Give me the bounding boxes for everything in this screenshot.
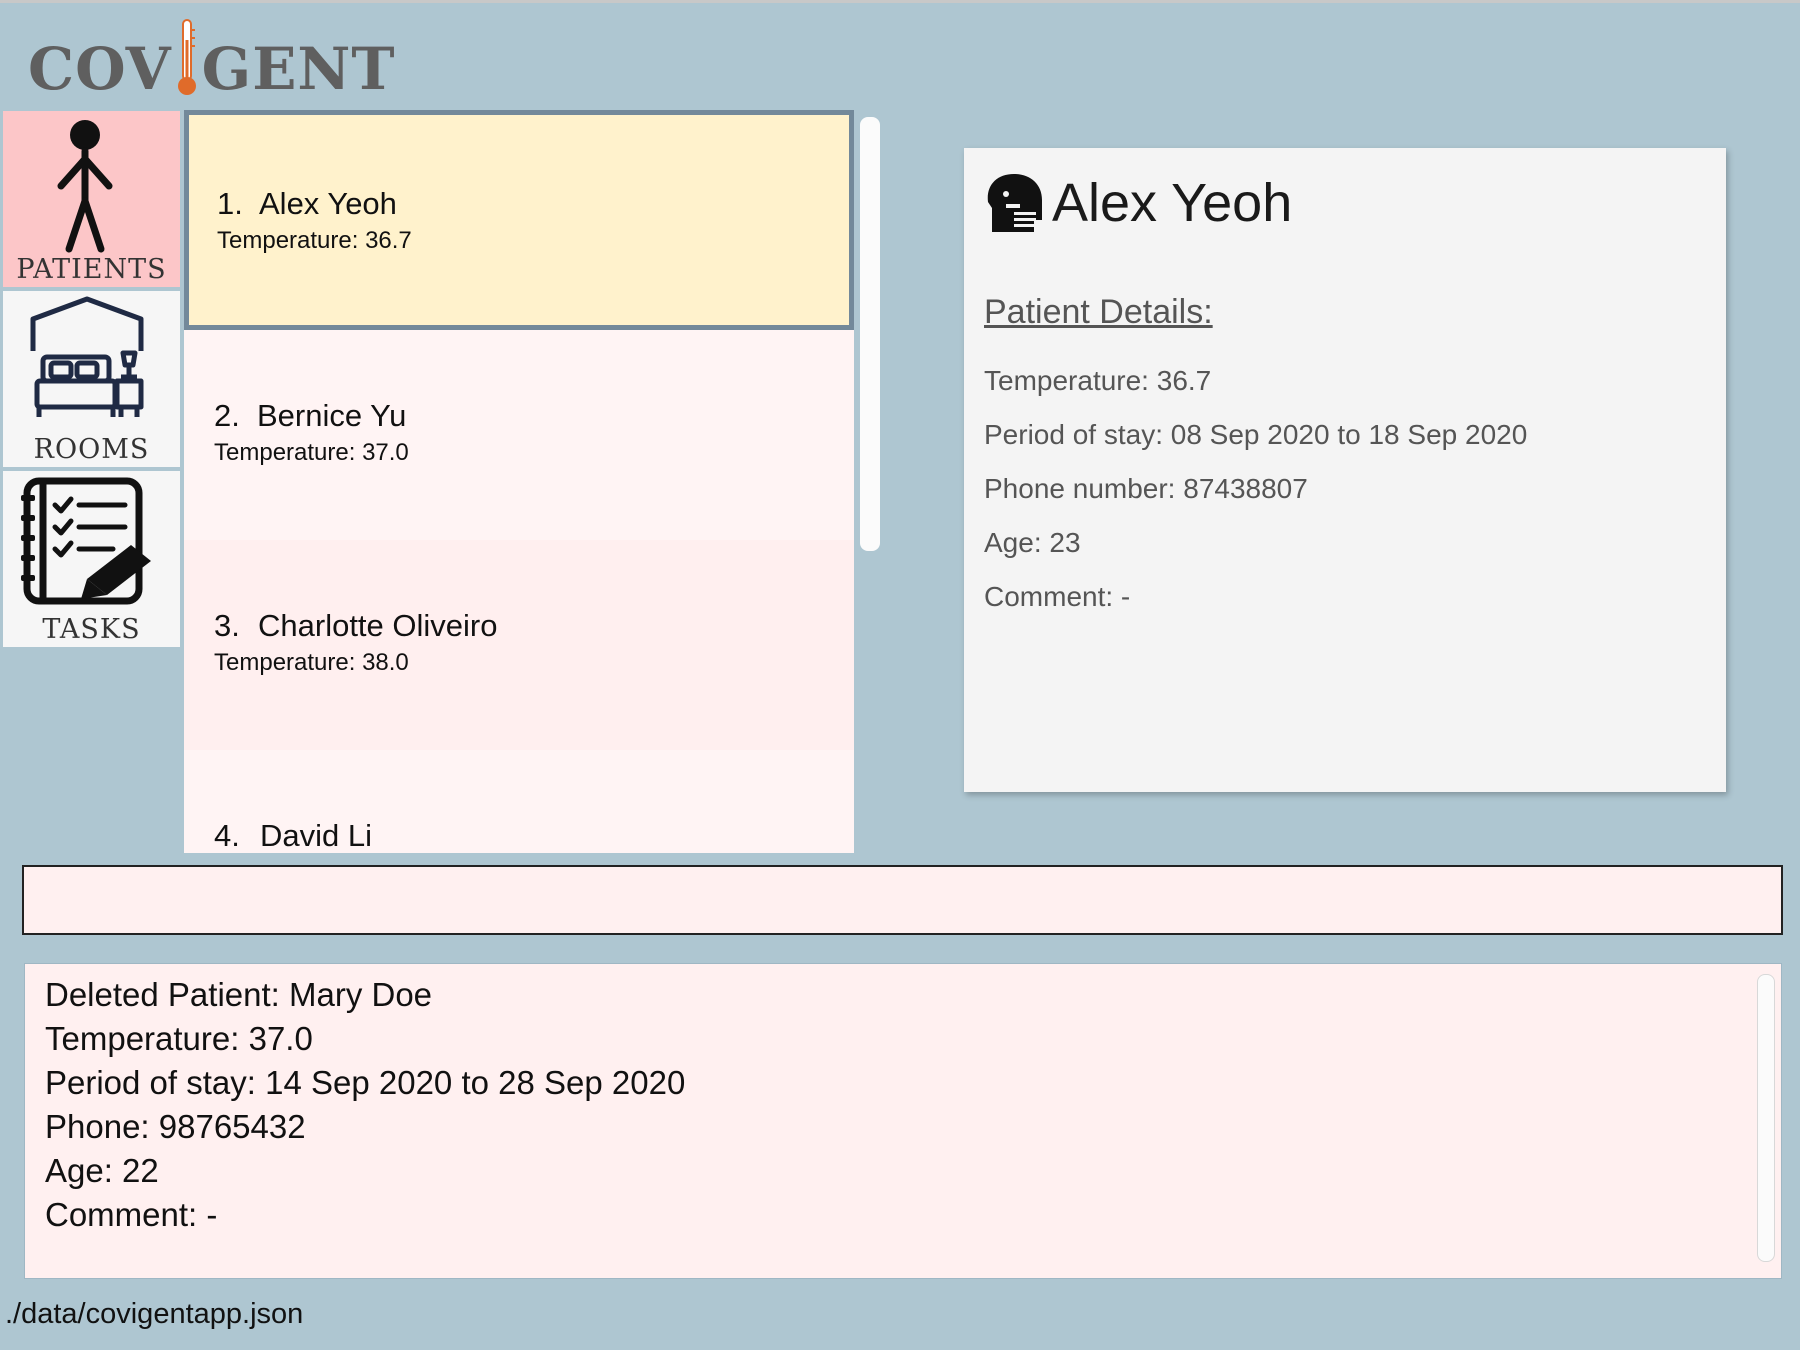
- patient-name-2: Bernice Yu: [257, 398, 407, 433]
- patient-name-1: Alex Yeoh: [259, 186, 397, 221]
- detail-phone: Phone number: 87438807: [984, 473, 1308, 504]
- patient-name-4: David Li: [260, 818, 372, 853]
- status-bar-file-path: ./data/covigentapp.json: [5, 1298, 304, 1330]
- nav-rooms-label: ROOMS: [33, 434, 150, 465]
- detail-patient-name: Alex Yeoh: [1052, 173, 1293, 233]
- nav-patients-button[interactable]: PATIENTS: [3, 111, 180, 287]
- detail-age: Age: 23: [984, 527, 1081, 558]
- bed-room-icon: [30, 296, 144, 417]
- patient-card-3[interactable]: 3. Charlotte Oliveiro Temperature: 38.0: [184, 540, 854, 750]
- patient-card-2[interactable]: 2. Bernice Yu Temperature: 37.0: [184, 330, 854, 540]
- result-line-6: Comment: -: [45, 1196, 218, 1233]
- patient-index-2: 2.: [214, 398, 240, 433]
- result-line-1: Deleted Patient: Mary Doe: [45, 976, 433, 1013]
- patient-head-icon: [987, 174, 1042, 232]
- patient-card-1[interactable]: 1. Alex Yeoh Temperature: 36.7: [184, 110, 854, 330]
- detail-period: Period of stay: 08 Sep 2020 to 18 Sep 20…: [984, 419, 1528, 450]
- detail-comment: Comment: -: [984, 581, 1131, 612]
- patient-index-3: 3.: [214, 608, 240, 643]
- patient-list-scrollbar[interactable]: [860, 117, 880, 551]
- patient-index-1: 1.: [217, 186, 243, 221]
- result-line-2: Temperature: 37.0: [45, 1020, 313, 1057]
- result-display[interactable]: Deleted Patient: Mary Doe Temperature: 3…: [24, 963, 1782, 1279]
- result-scrollbar[interactable]: [1757, 974, 1775, 1262]
- nav-tasks-button[interactable]: TASKS: [3, 471, 180, 647]
- logo-text-left: COV: [28, 35, 172, 103]
- logo-text-right: GENT: [201, 35, 396, 103]
- patient-details-panel: Alex Yeoh Patient Details: Temperature: …: [964, 148, 1726, 792]
- person-icon: [57, 120, 113, 253]
- nav-rooms-button[interactable]: ROOMS: [3, 291, 180, 467]
- thermometer-icon: [177, 19, 196, 95]
- patient-temperature-3: Temperature: 38.0: [214, 649, 409, 676]
- patient-temperature-2: Temperature: 37.0: [214, 439, 409, 466]
- patient-index-4: 4.: [214, 818, 240, 853]
- detail-heading: Patient Details:: [984, 293, 1213, 331]
- checklist-icon: [21, 477, 151, 605]
- command-input[interactable]: [22, 865, 1783, 935]
- patient-name-3: Charlotte Oliveiro: [258, 608, 498, 643]
- result-line-5: Age: 22: [45, 1152, 159, 1189]
- patient-list[interactable]: 1. Alex Yeoh Temperature: 36.7 2. Bernic…: [184, 110, 854, 853]
- nav-tasks-label: TASKS: [42, 614, 141, 645]
- nav-patients-label: PATIENTS: [16, 254, 167, 285]
- patient-temperature-1: Temperature: 36.7: [217, 227, 412, 254]
- window-top-border: [0, 0, 1800, 3]
- patient-card-4[interactable]: 4. David Li: [184, 750, 854, 853]
- result-line-3: Period of stay: 14 Sep 2020 to 28 Sep 20…: [45, 1064, 686, 1101]
- result-line-4: Phone: 98765432: [45, 1108, 306, 1145]
- app-logo: COV GENT: [28, 18, 396, 98]
- detail-temperature: Temperature: 36.7: [984, 365, 1212, 396]
